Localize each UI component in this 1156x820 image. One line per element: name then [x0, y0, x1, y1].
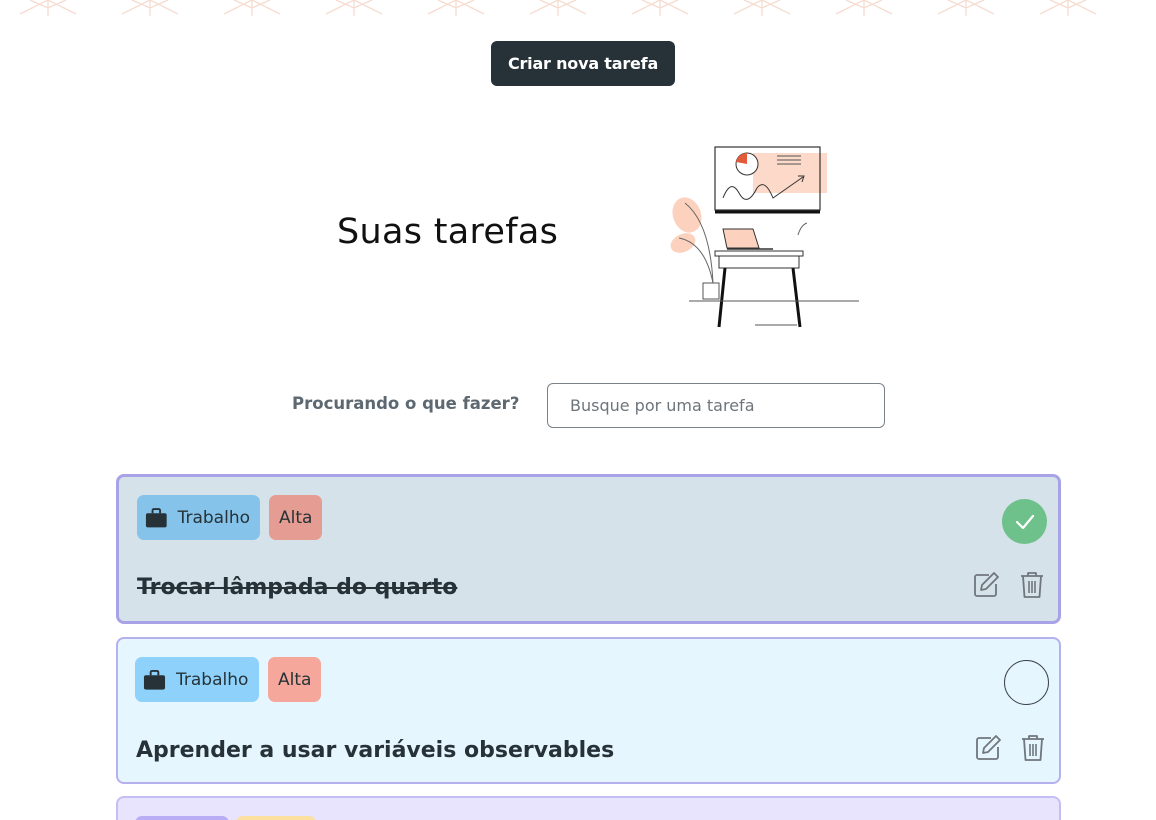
search-input[interactable] — [547, 383, 885, 428]
task-card — [116, 796, 1061, 820]
category-tag: Trabalho — [137, 495, 260, 540]
search-label: Procurando o que fazer? — [292, 394, 520, 413]
task-card: Trabalho Alta Aprender a usar variáveis … — [116, 637, 1061, 784]
complete-toggle[interactable] — [1002, 499, 1047, 544]
category-tag — [135, 816, 229, 820]
task-title: Aprender a usar variáveis observables — [136, 738, 615, 763]
check-icon — [1015, 514, 1034, 529]
header-pattern — [19, 0, 1097, 16]
edit-icon[interactable] — [972, 571, 1000, 599]
priority-tag: Alta — [269, 495, 323, 540]
edit-icon[interactable] — [974, 734, 1002, 762]
briefcase-icon — [145, 507, 167, 527]
priority-label: Alta — [278, 669, 312, 690]
priority-label: Alta — [279, 507, 313, 528]
page-title: Suas tarefas — [337, 212, 559, 252]
priority-tag — [236, 816, 316, 820]
desk-illustration — [670, 146, 859, 328]
task-card: Trabalho Alta Trocar lâmpada do quarto — [116, 474, 1061, 624]
create-task-button[interactable]: Criar nova tarefa — [491, 41, 675, 86]
category-tag: Trabalho — [135, 657, 259, 702]
category-label: Trabalho — [176, 669, 249, 690]
task-title: Trocar lâmpada do quarto — [137, 575, 458, 600]
priority-tag: Alta — [268, 657, 322, 702]
trash-icon[interactable] — [1019, 734, 1047, 762]
category-label: Trabalho — [177, 507, 250, 528]
trash-icon[interactable] — [1018, 571, 1046, 599]
briefcase-icon — [143, 669, 166, 690]
complete-toggle[interactable] — [1004, 660, 1049, 705]
